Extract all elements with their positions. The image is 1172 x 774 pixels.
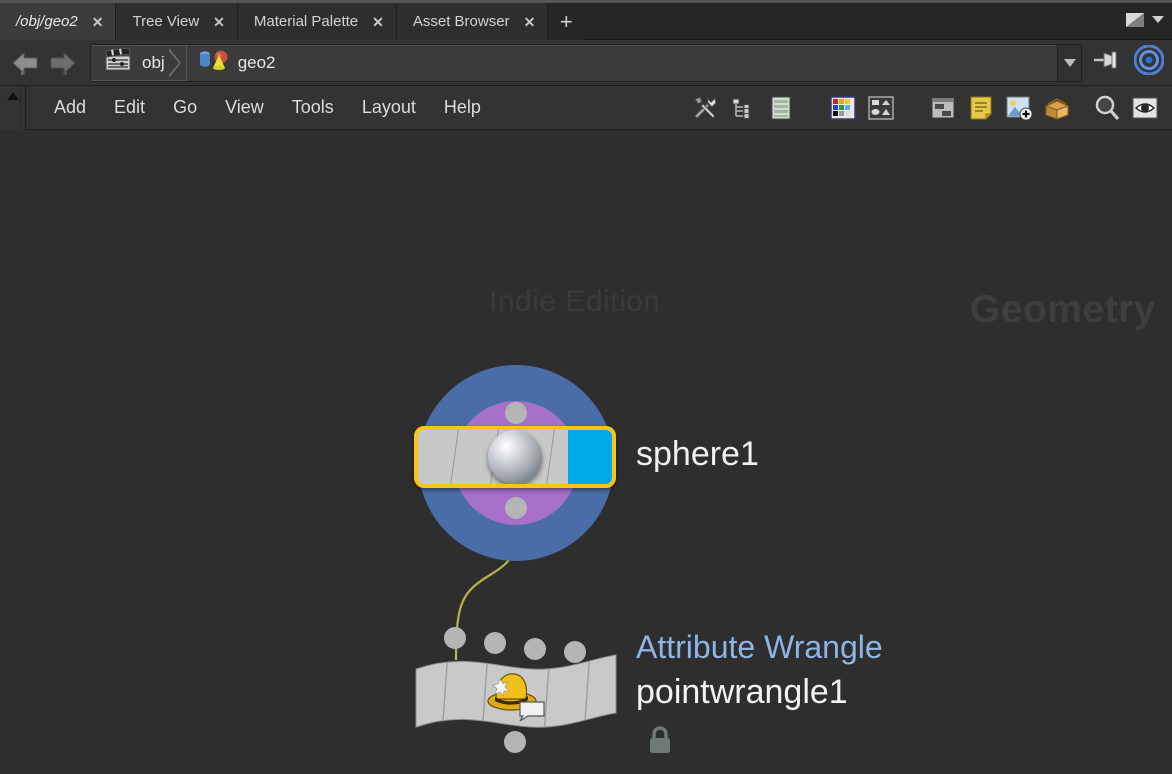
path-history-dropdown[interactable]: [1057, 44, 1081, 81]
node-name-sphere1: sphere1: [636, 435, 759, 473]
tab-label: /obj/geo2: [16, 13, 78, 30]
restore-window-icon[interactable]: [1126, 12, 1144, 27]
node-input-connector[interactable]: [505, 402, 527, 424]
node-type-label: Attribute Wrangle: [636, 629, 883, 665]
lock-icon[interactable]: [645, 724, 675, 763]
network-toolbar: [686, 89, 1172, 127]
node-body-divider: [449, 430, 460, 484]
add-image-icon[interactable]: [1000, 89, 1038, 127]
path-bar: obj geo2: [0, 40, 1172, 86]
sphere-glyph: [488, 430, 542, 484]
node-body-divider: [545, 430, 556, 484]
chevron-down-icon: [1063, 58, 1076, 67]
new-tab-button[interactable]: +: [548, 3, 585, 40]
wrench-screwdriver-icon[interactable]: [686, 89, 724, 127]
magnifier-icon[interactable]: [1088, 89, 1126, 127]
network-editor-canvas[interactable]: Indie Edition Geometry sphere1 Attribute…: [0, 130, 1172, 774]
clapperboard-icon: [103, 47, 133, 78]
menu-tools[interactable]: Tools: [278, 93, 348, 122]
display-flag[interactable]: [568, 430, 612, 484]
tab-obj-geo2[interactable]: /obj/geo2 ✕: [0, 3, 117, 40]
path-field-empty-area[interactable]: [280, 45, 1057, 81]
shapes-grid-icon[interactable]: [862, 89, 900, 127]
breadcrumb-geo2[interactable]: geo2: [185, 45, 280, 81]
node-output-connector[interactable]: [505, 497, 527, 519]
close-icon[interactable]: ✕: [372, 15, 384, 29]
sticky-note-icon[interactable]: [962, 89, 1000, 127]
path-bar-actions: [1090, 44, 1172, 80]
watermark-context: Geometry: [969, 288, 1156, 331]
houdini-network-editor-window: /obj/geo2 ✕ Tree View ✕ Material Palette…: [0, 0, 1172, 774]
tab-bar: /obj/geo2 ✕ Tree View ✕ Material Palette…: [0, 0, 1172, 40]
node-path-field[interactable]: obj geo2: [90, 43, 1082, 82]
window-controls: [1126, 0, 1172, 39]
scroll-up-icon[interactable]: [6, 91, 19, 100]
color-palette-icon[interactable]: [824, 89, 862, 127]
pin-icon[interactable]: [1090, 46, 1124, 79]
node-input-connector[interactable]: [484, 632, 506, 654]
close-icon[interactable]: ✕: [92, 15, 104, 29]
chevron-down-icon[interactable]: [1152, 16, 1164, 23]
forward-arrow-icon[interactable]: [48, 50, 78, 76]
breadcrumb-label: geo2: [237, 52, 276, 72]
tab-bar-spacer: [584, 0, 1126, 39]
menu-view[interactable]: View: [211, 93, 278, 122]
list-sheet-icon[interactable]: [762, 89, 800, 127]
node-input-connector[interactable]: [444, 627, 466, 649]
tab-asset-browser[interactable]: Asset Browser ✕: [396, 3, 549, 40]
target-circles-icon[interactable]: [1133, 44, 1165, 80]
panel-layout-icon[interactable]: [924, 89, 962, 127]
menu-add[interactable]: Add: [40, 93, 100, 122]
menu-bar: Add Edit Go View Tools Layout Help: [0, 85, 1172, 130]
navigation-arrows: [0, 50, 90, 76]
close-icon[interactable]: ✕: [524, 15, 536, 29]
breadcrumb-separator: [167, 45, 185, 81]
menu-go[interactable]: Go: [159, 93, 211, 122]
wrangle-hat-icon: [486, 669, 548, 726]
tab-material-palette[interactable]: Material Palette ✕: [237, 3, 397, 40]
watermark-edition: Indie Edition: [489, 285, 661, 318]
breadcrumb-obj[interactable]: obj: [91, 45, 169, 81]
menu-edit[interactable]: Edit: [100, 93, 159, 122]
eye-icon[interactable]: [1126, 89, 1164, 127]
node-name-pointwrangle1: pointwrangle1: [636, 673, 848, 711]
close-icon[interactable]: ✕: [213, 15, 225, 29]
menu-scroll-strip[interactable]: [0, 85, 26, 130]
menu-layout[interactable]: Layout: [348, 93, 430, 122]
menu-help[interactable]: Help: [430, 93, 495, 122]
node-body-sphere1[interactable]: [414, 426, 616, 488]
open-box-icon[interactable]: [1038, 89, 1076, 127]
menu-items: Add Edit Go View Tools Layout Help: [26, 93, 495, 122]
geometry-primitives-icon: [197, 47, 229, 78]
node-body-pointwrangle1[interactable]: [414, 654, 618, 731]
tree-hierarchy-icon[interactable]: [724, 89, 762, 127]
tab-label: Tree View: [132, 13, 200, 30]
tab-label: Material Palette: [253, 13, 359, 30]
tab-tree-view[interactable]: Tree View ✕: [116, 3, 238, 40]
breadcrumb-label: obj: [142, 52, 165, 72]
back-arrow-icon[interactable]: [10, 50, 40, 76]
tab-label: Asset Browser: [412, 13, 510, 30]
